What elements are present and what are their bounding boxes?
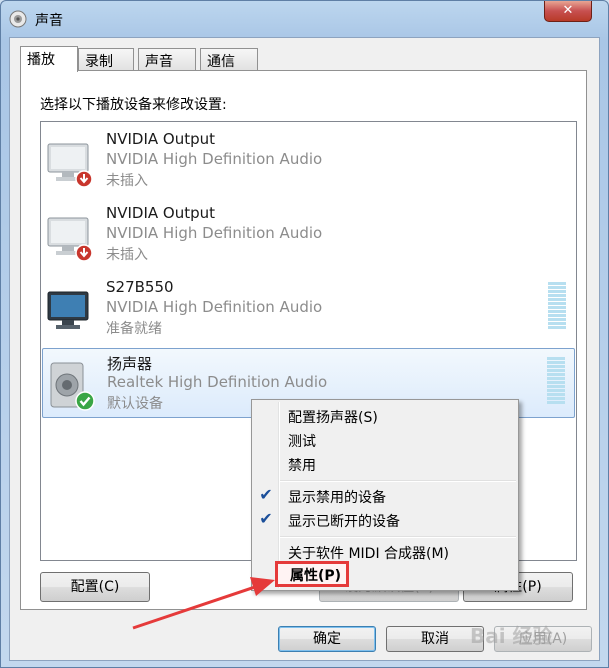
tab-communications[interactable]: 通信	[200, 48, 258, 70]
tab-sounds[interactable]: 声音	[138, 48, 196, 70]
close-button[interactable]: ✕	[544, 1, 592, 22]
device-name: 扬声器	[107, 355, 153, 373]
monitor-icon	[47, 143, 93, 188]
menu-item-show-disabled[interactable]: 显示禁用的设备	[288, 487, 386, 507]
device-driver: Realtek High Definition Audio	[107, 373, 328, 391]
device-item[interactable]: NVIDIA Output NVIDIA High Definition Aud…	[42, 200, 575, 270]
window-title: 声音	[35, 13, 63, 29]
menu-item-properties[interactable]: 属性(P)	[290, 565, 341, 585]
device-item[interactable]: S27B550 NVIDIA High Definition Audio 准备就…	[42, 274, 575, 344]
device-driver: NVIDIA High Definition Audio	[106, 224, 323, 242]
ok-button[interactable]: 确定	[278, 626, 376, 652]
speaker-icon	[50, 362, 95, 411]
menu-item-configure-speakers[interactable]: 配置扬声器(S)	[288, 407, 378, 427]
speaker-title-icon	[9, 10, 27, 28]
device-driver: NVIDIA High Definition Audio	[106, 150, 323, 168]
menu-item-about-midi[interactable]: 关于软件 MIDI 合成器(M)	[288, 543, 449, 563]
device-name: S27B550	[106, 278, 174, 296]
device-status: 准备就绪	[106, 321, 162, 337]
title-bar[interactable]: 声音 ✕	[1, 1, 608, 37]
instruction-text: 选择以下播放设备来修改设置:	[40, 97, 227, 113]
watermark: Bai 经验	[470, 624, 553, 648]
menu-item-test[interactable]: 测试	[288, 431, 316, 451]
menu-separator	[280, 536, 516, 538]
device-driver: NVIDIA High Definition Audio	[106, 298, 323, 316]
default-check-badge	[75, 391, 95, 411]
checkmark-icon: ✔	[259, 509, 273, 528]
device-status: 默认设备	[107, 396, 163, 412]
volume-meter	[548, 282, 566, 330]
menu-separator	[280, 480, 516, 482]
menu-item-disable[interactable]: 禁用	[288, 455, 316, 475]
monitor-icon	[47, 291, 89, 329]
device-status: 未插入	[106, 247, 148, 263]
monitor-icon	[47, 217, 93, 262]
tab-recording[interactable]: 录制	[78, 48, 134, 70]
menu-item-show-disconnected[interactable]: 显示已断开的设备	[288, 511, 400, 531]
configure-button[interactable]: 配置(C)	[40, 572, 150, 602]
device-name: NVIDIA Output	[106, 204, 216, 222]
unplugged-badge	[75, 170, 93, 188]
unplugged-badge	[75, 244, 93, 262]
device-status: 未插入	[106, 173, 148, 189]
volume-meter	[547, 357, 565, 405]
tab-playback[interactable]: 播放	[20, 46, 78, 72]
checkmark-icon: ✔	[259, 485, 273, 504]
device-name: NVIDIA Output	[106, 130, 216, 148]
device-item[interactable]: NVIDIA Output NVIDIA High Definition Aud…	[42, 126, 575, 196]
